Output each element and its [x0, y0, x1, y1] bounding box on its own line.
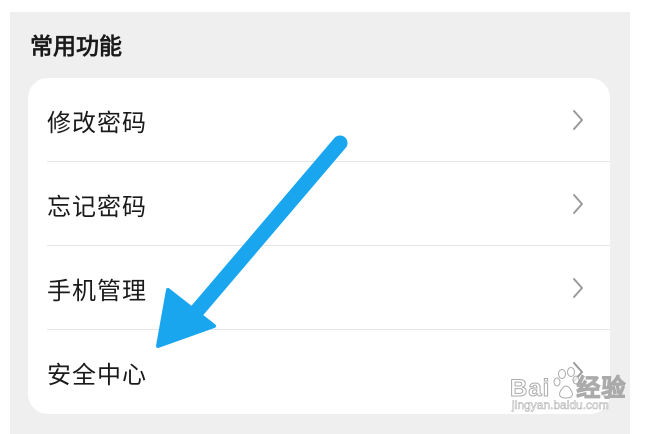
watermark-url: jingyan.baidu.com	[512, 398, 609, 413]
menu-item-change-password[interactable]: 修改密码	[28, 78, 610, 162]
chevron-right-icon	[573, 110, 583, 130]
section-title: 常用功能	[30, 34, 122, 60]
chevron-right-icon	[573, 194, 583, 214]
chevron-right-icon	[573, 278, 583, 298]
menu-item-label: 修改密码	[47, 108, 147, 137]
menu-item-label: 安全中心	[47, 360, 147, 389]
menu-item-forgot-password[interactable]: 忘记密码	[28, 162, 610, 246]
menu-card: 修改密码 忘记密码 手机管理 安全中心	[28, 78, 610, 414]
menu-item-label: 手机管理	[47, 276, 147, 305]
menu-item-phone-management[interactable]: 手机管理	[28, 246, 610, 330]
menu-item-label: 忘记密码	[47, 192, 147, 221]
